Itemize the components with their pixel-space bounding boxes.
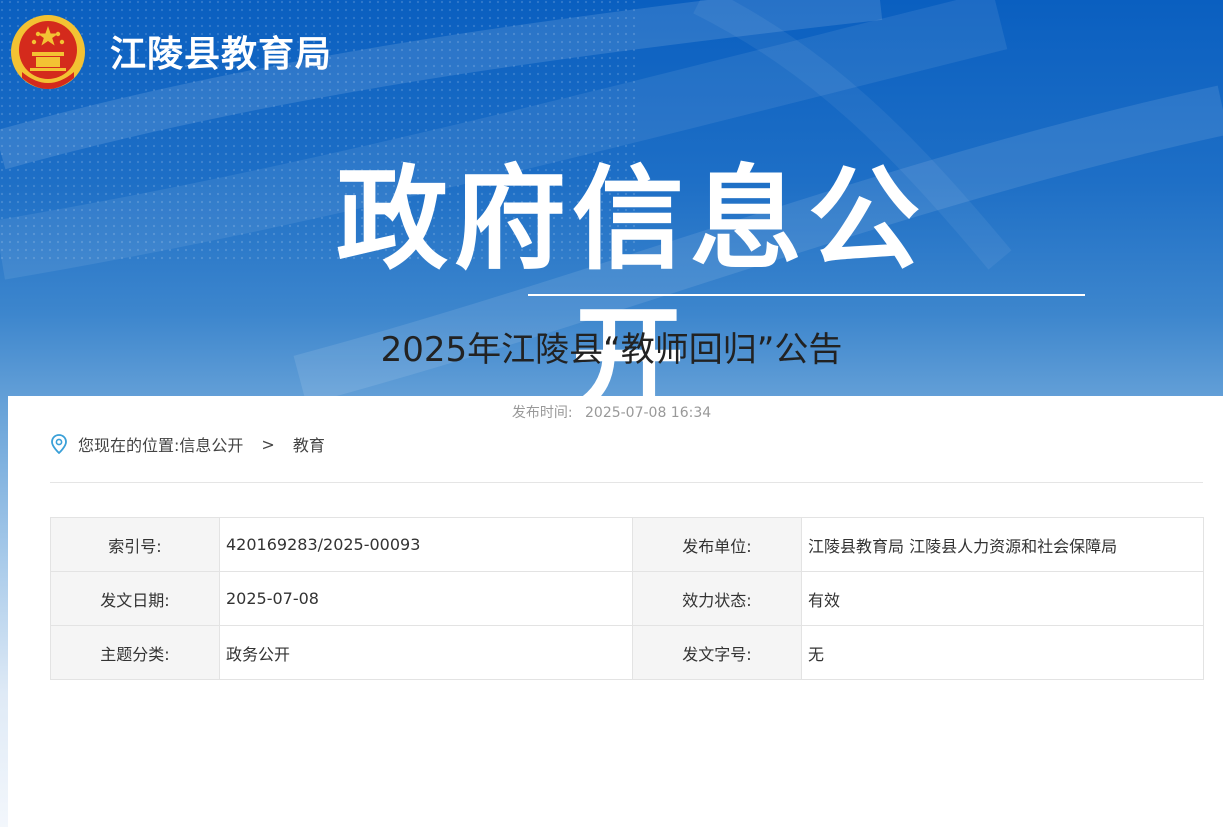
publisher-label: 发布单位: (632, 517, 802, 572)
index-number-value: 420169283/2025-00093 (219, 517, 633, 572)
breadcrumb-item-education[interactable]: 教育 (293, 432, 325, 456)
table-row: 索引号: 420169283/2025-00093 发布单位: 江陵县教育局 江… (50, 517, 1204, 572)
national-emblem-icon (11, 15, 85, 89)
validity-status-label: 效力状态: (632, 571, 802, 626)
topic-category-value: 政务公开 (219, 625, 633, 680)
table-row: 主题分类: 政务公开 发文字号: 无 (50, 625, 1204, 680)
topic-category-label: 主题分类: (50, 625, 220, 680)
site-name[interactable]: 江陵县教育局 (110, 30, 332, 80)
hero-underline (528, 294, 1085, 296)
breadcrumb-divider (50, 482, 1203, 483)
index-number-label: 索引号: (50, 517, 220, 572)
hero-title: 政府信息公开 (336, 155, 926, 425)
issue-date-label: 发文日期: (50, 571, 220, 626)
breadcrumb-item-info-public[interactable]: 信息公开 (179, 432, 243, 456)
breadcrumb-separator: > (261, 434, 275, 454)
document-number-value: 无 (801, 625, 1204, 680)
breadcrumb: 您现在的位置: 信息公开 > 教育 (50, 430, 325, 458)
publish-time: 发布时间: 2025-07-08 16:34 (0, 402, 1223, 422)
location-pin-icon (51, 434, 67, 454)
article-title: 2025年江陵县“教师回归”公告 (380, 330, 843, 370)
publisher-value: 江陵县教育局 江陵县人力资源和社会保障局 (801, 517, 1204, 572)
validity-status-value: 有效 (801, 571, 1204, 626)
document-number-label: 发文字号: (632, 625, 802, 680)
document-meta-table: 索引号: 420169283/2025-00093 发布单位: 江陵县教育局 江… (50, 517, 1204, 680)
publish-time-value: 2025-07-08 16:34 (585, 405, 712, 421)
breadcrumb-prefix: 您现在的位置: (78, 436, 180, 455)
issue-date-value: 2025-07-08 (219, 571, 633, 626)
content-panel: 您现在的位置: 信息公开 > 教育 索引号: 420169283/2025-00… (8, 396, 1223, 827)
publish-time-label: 发布时间: (511, 405, 573, 421)
table-row: 发文日期: 2025-07-08 效力状态: 有效 (50, 571, 1204, 626)
